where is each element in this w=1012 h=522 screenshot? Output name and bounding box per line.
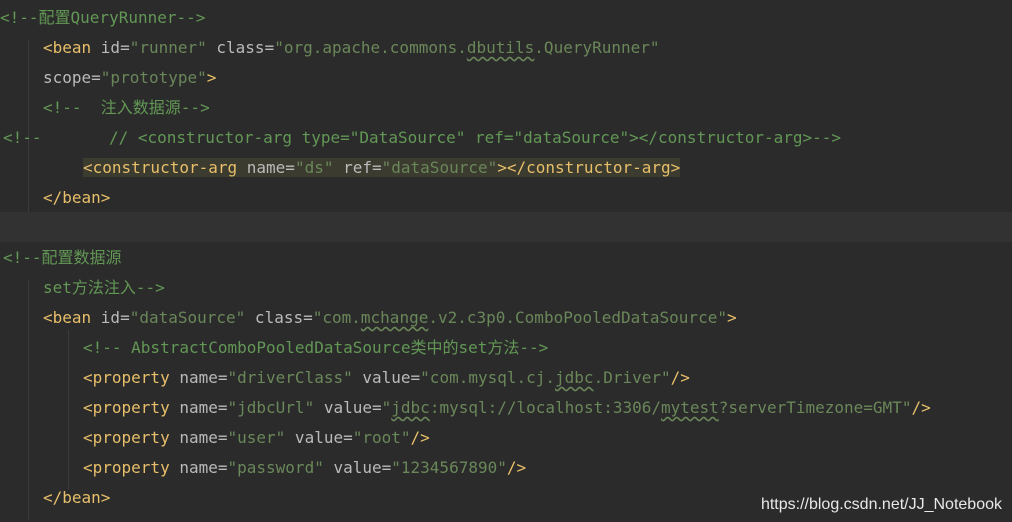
code-token: name=	[179, 428, 228, 447]
code-token: "dataSource"	[381, 158, 498, 177]
code-token: .QueryRunner"	[534, 38, 660, 57]
code-token: "password"	[227, 458, 324, 477]
code-token: <!-- // <constructor-arg type="DataSourc…	[3, 128, 842, 147]
code-token: "runner"	[129, 38, 207, 57]
code-token: "dataSource"	[129, 308, 246, 327]
code-line[interactable]: <property name="user" value="root"/>	[0, 423, 1012, 453]
code-token: "jdbcUrl"	[227, 398, 315, 417]
code-token: jdbc	[391, 398, 430, 417]
code-token: class=	[245, 308, 313, 327]
code-token: <!-- AbstractComboPooledDataSource类中的set…	[83, 338, 549, 357]
code-token: value=	[314, 398, 382, 417]
code-token: :mysql://localhost:3306/	[429, 398, 661, 417]
code-token: <bean	[43, 38, 101, 57]
code-token: <!--配置QueryRunner-->	[0, 8, 206, 27]
code-token: <property	[83, 368, 180, 387]
code-line[interactable]: <bean id="dataSource" class="com.mchange…	[0, 303, 1012, 333]
code-token: <constructor-arg	[83, 158, 247, 177]
code-token: id=	[100, 308, 130, 327]
code-token: />	[911, 398, 931, 417]
code-token: "com.	[312, 308, 361, 327]
code-token: </bean>	[43, 188, 111, 207]
code-token: ></constructor-arg>	[497, 158, 681, 177]
code-line[interactable]: scope="prototype">	[0, 63, 1012, 93]
code-token: "ds"	[294, 158, 334, 177]
code-token: <!--配置数据源	[3, 248, 122, 267]
code-line[interactable]: <!--配置数据源	[0, 243, 1012, 273]
code-line[interactable]: <property name="driverClass" value="com.…	[0, 363, 1012, 393]
code-token: name=	[179, 368, 228, 387]
code-token: id=	[100, 38, 130, 57]
watermark: https://blog.csdn.net/JJ_Notebook	[760, 496, 1002, 513]
code-line[interactable]: <property name="jdbcUrl" value="jdbc:mys…	[0, 393, 1012, 423]
code-token: "com.mysql.cj.	[420, 368, 556, 387]
code-token: "1234567890"	[391, 458, 507, 477]
code-token: scope=	[43, 68, 101, 87]
code-token: name=	[179, 458, 228, 477]
code-token: <bean	[43, 308, 101, 327]
code-token: "prototype"	[100, 68, 207, 87]
code-token: </bean>	[43, 488, 111, 507]
code-token: mytest	[661, 398, 719, 417]
code-token: "root"	[352, 428, 411, 447]
code-token: name=	[246, 158, 295, 177]
code-line[interactable]: </bean>	[0, 183, 1012, 213]
code-token: "	[381, 398, 392, 417]
code-token: >	[206, 68, 217, 87]
code-token: />	[670, 368, 690, 387]
code-token: class=	[206, 38, 275, 57]
code-token: <property	[83, 398, 180, 417]
code-line[interactable]: <constructor-arg name="ds" ref="dataSour…	[0, 153, 1012, 183]
code-line[interactable]: set方法注入-->	[0, 273, 1012, 303]
code-token: .v2.c3p0.ComboPooledDataSource"	[428, 308, 727, 327]
code-token: set方法注入-->	[43, 278, 165, 297]
code-token: >	[726, 308, 737, 327]
code-token: .Driver"	[593, 368, 671, 387]
code-token: ?serverTimezone=GMT"	[718, 398, 912, 417]
code-token: ref=	[333, 158, 382, 177]
code-token: />	[506, 458, 527, 477]
code-token: name=	[179, 398, 228, 417]
code-line[interactable]: <!--配置QueryRunner-->	[0, 3, 1012, 33]
code-token: mchange	[360, 308, 429, 327]
code-line[interactable]: <!-- // <constructor-arg type="DataSourc…	[0, 123, 1012, 153]
code-token: />	[410, 428, 430, 447]
code-token: value=	[352, 368, 421, 387]
code-token: <property	[83, 458, 180, 477]
code-token: value=	[323, 458, 392, 477]
code-line[interactable]: <bean id="runner" class="org.apache.comm…	[0, 33, 1012, 63]
code-token: value=	[285, 428, 353, 447]
code-token: dbutils	[466, 38, 535, 57]
code-token: "driverClass"	[227, 368, 353, 387]
current-line[interactable]	[0, 212, 1012, 242]
code-line[interactable]: <!-- AbstractComboPooledDataSource类中的set…	[0, 333, 1012, 363]
code-token: <!-- 注入数据源-->	[43, 98, 210, 117]
code-line[interactable]: <!-- 注入数据源-->	[0, 93, 1012, 123]
code-token: "user"	[227, 428, 286, 447]
code-line[interactable]: <property name="password" value="1234567…	[0, 453, 1012, 483]
code-token: "org.apache.commons.	[274, 38, 467, 57]
code-token: <property	[83, 428, 180, 447]
code-token: jdbc	[555, 368, 594, 387]
code-editor[interactable]: <!--配置QueryRunner--> <bean id="runner" c…	[0, 0, 1012, 522]
